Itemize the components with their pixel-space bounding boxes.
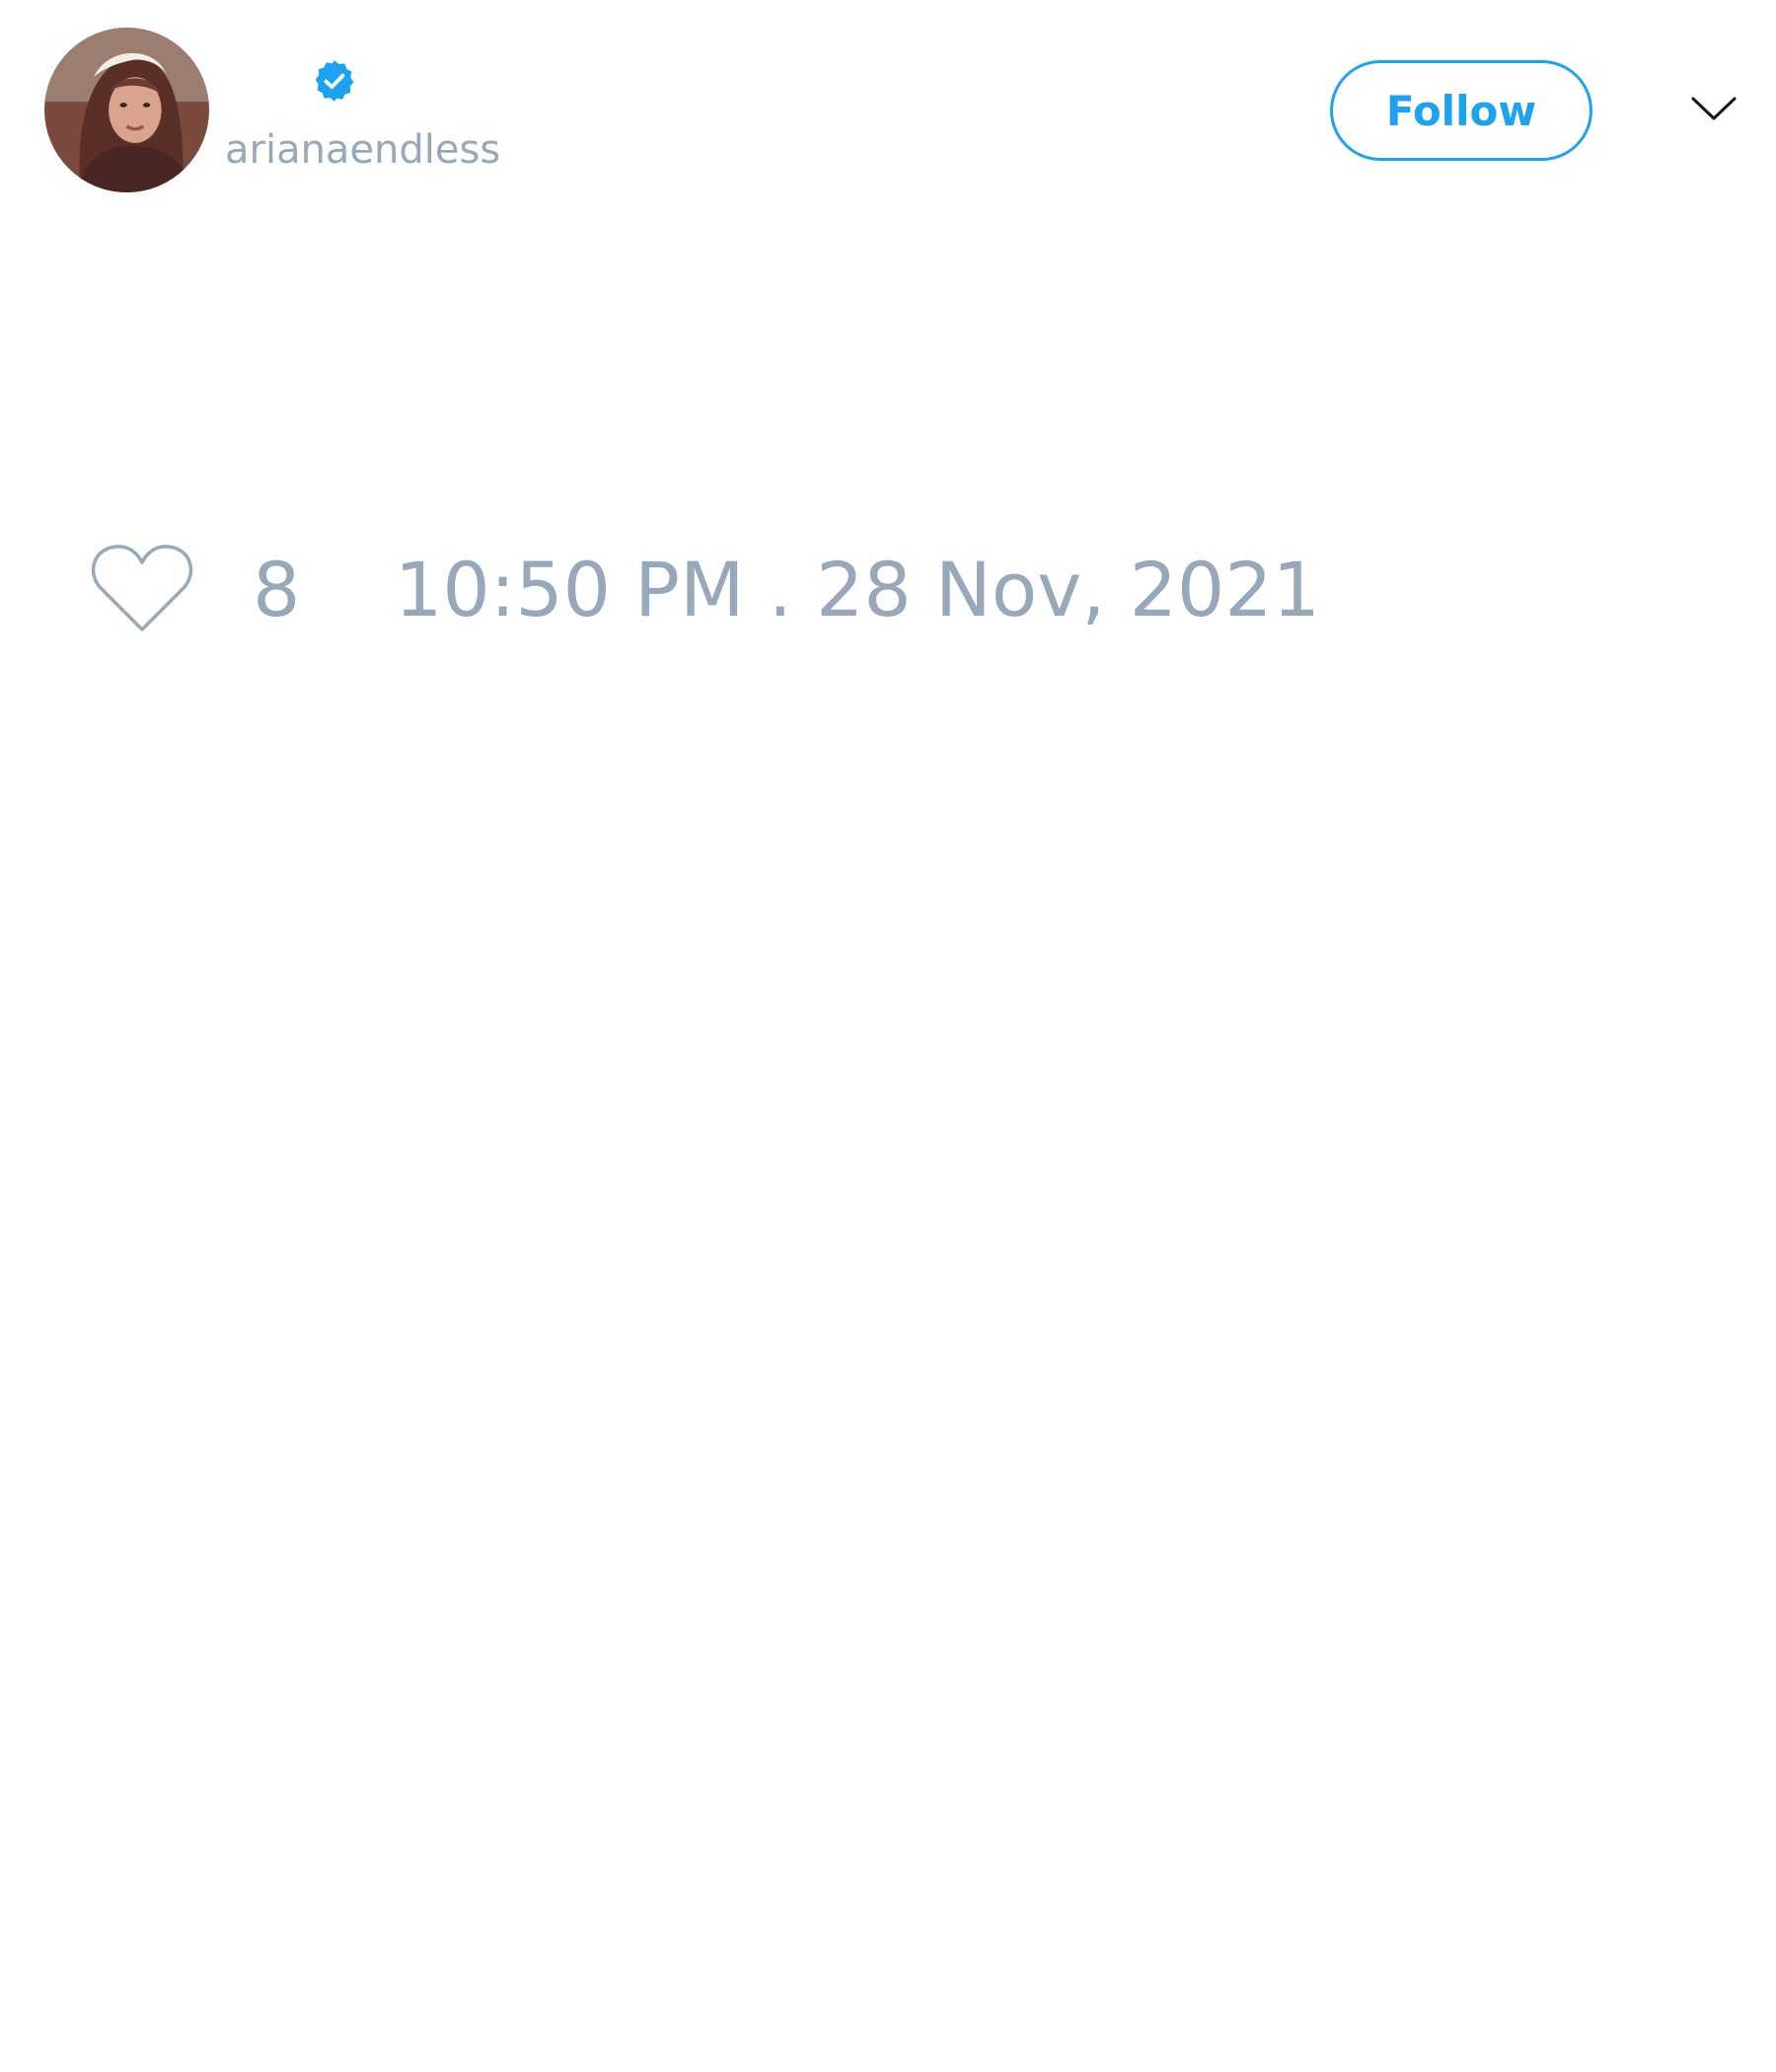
heart-icon [91, 545, 193, 631]
like-button[interactable] [89, 541, 195, 635]
author-handle[interactable]: arianaendless [225, 124, 500, 176]
chevron-down-icon[interactable] [1689, 89, 1739, 128]
avatar-image [44, 28, 209, 192]
avatar[interactable] [44, 28, 209, 192]
verified-badge-icon [312, 58, 357, 104]
tweet-card: arianaendless Follow 8 10:50 PM . 28 Nov… [0, 0, 1776, 2072]
like-count: 8 [253, 546, 301, 633]
tweet-timestamp[interactable]: 10:50 PM . 28 Nov, 2021 [395, 548, 1320, 632]
follow-button[interactable]: Follow [1330, 60, 1592, 161]
